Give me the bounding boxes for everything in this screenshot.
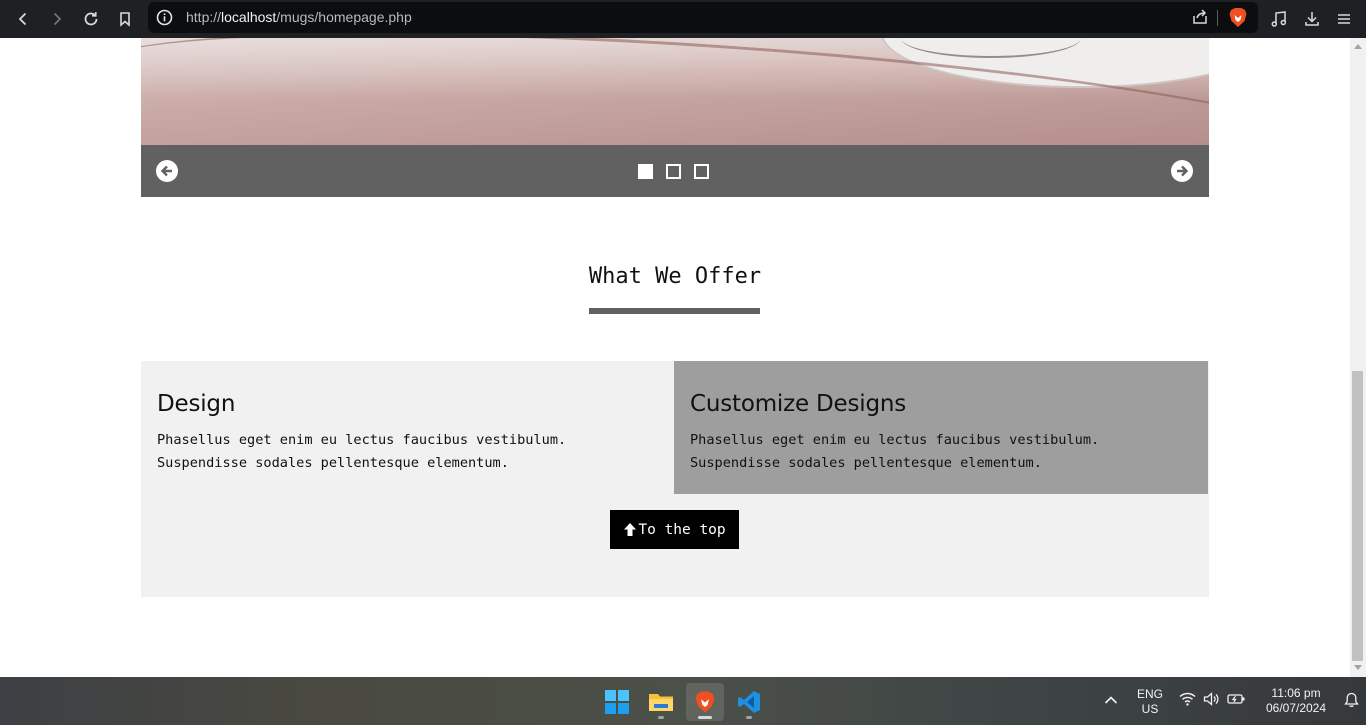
offer-card-design: Design Phasellus eget enim eu lectus fau… bbox=[141, 361, 675, 494]
back-button[interactable] bbox=[8, 4, 38, 34]
arrow-left-icon bbox=[160, 165, 172, 177]
browser-toolbar: http://localhost/mugs/homepage.php bbox=[0, 0, 1366, 38]
scroll-down-arrow-icon[interactable] bbox=[1354, 665, 1362, 670]
clock-date: 06/07/2024 bbox=[1265, 701, 1327, 715]
battery-icon[interactable] bbox=[1227, 692, 1246, 706]
carousel-controls bbox=[141, 145, 1209, 197]
brave-shields-icon[interactable] bbox=[1228, 7, 1248, 28]
forward-button[interactable] bbox=[42, 4, 72, 34]
language-code: ENG bbox=[1136, 687, 1163, 701]
arrow-right-icon bbox=[1177, 165, 1189, 177]
scrollbar-thumb[interactable] bbox=[1352, 371, 1363, 661]
running-indicator bbox=[746, 716, 752, 719]
card-text-line: Phasellus eget enim eu lectus faucibus v… bbox=[157, 432, 567, 448]
card-text-line: Phasellus eget enim eu lectus faucibus v… bbox=[690, 432, 1100, 448]
reload-button[interactable] bbox=[76, 4, 106, 34]
clock[interactable]: 11:06 pm 06/07/2024 bbox=[1254, 686, 1338, 716]
card-heading: Design bbox=[157, 391, 236, 417]
folder-icon bbox=[649, 694, 673, 711]
bookmark-button[interactable] bbox=[110, 4, 140, 34]
offer-section: Design Phasellus eget enim eu lectus fau… bbox=[141, 361, 1209, 597]
start-button[interactable] bbox=[598, 683, 636, 721]
arrow-up-icon bbox=[624, 523, 637, 536]
card-text-line: Suspendisse sodales pellentesque element… bbox=[157, 455, 509, 471]
carousel-dot-1[interactable] bbox=[638, 164, 653, 179]
forward-arrow-icon bbox=[53, 12, 62, 26]
volume-icon[interactable] bbox=[1203, 692, 1219, 706]
active-indicator bbox=[698, 716, 712, 719]
download-icon bbox=[1305, 12, 1319, 26]
hamburger-menu-icon bbox=[1338, 14, 1350, 24]
page-scrollbar[interactable] bbox=[1350, 38, 1366, 677]
notification-bell-icon[interactable] bbox=[1344, 692, 1359, 708]
scroll-up-arrow-icon[interactable] bbox=[1354, 44, 1362, 49]
offer-card-customize: Customize Designs Phasellus eget enim eu… bbox=[674, 361, 1208, 494]
clock-time: 11:06 pm bbox=[1271, 686, 1321, 700]
section-title: What We Offer bbox=[588, 264, 762, 289]
address-separator bbox=[1217, 10, 1218, 26]
address-bar[interactable]: http://localhost/mugs/homepage.php bbox=[148, 2, 1258, 33]
chevron-up-icon[interactable] bbox=[1104, 695, 1118, 705]
running-indicator bbox=[658, 716, 664, 719]
music-note-icon bbox=[1271, 11, 1287, 27]
carousel-next-button[interactable] bbox=[1171, 160, 1193, 182]
menu-button[interactable] bbox=[1329, 4, 1359, 34]
page-viewport: What We Offer Design Phasellus eget enim… bbox=[0, 38, 1350, 677]
media-button[interactable] bbox=[1264, 4, 1294, 34]
card-heading: Customize Designs bbox=[690, 391, 907, 417]
to-top-button[interactable]: To the top bbox=[610, 510, 739, 549]
url-host: localhost bbox=[221, 9, 277, 25]
to-top-label: To the top bbox=[638, 521, 726, 538]
card-text-line: Suspendisse sodales pellentesque element… bbox=[690, 455, 1042, 471]
keyboard-region: US bbox=[1141, 702, 1159, 716]
taskbar: ENG US 11:06 pm 06/07/2024 bbox=[0, 677, 1366, 725]
reload-icon bbox=[84, 12, 98, 26]
bookmark-icon bbox=[120, 12, 130, 27]
title-underline bbox=[589, 308, 760, 314]
windows-logo-icon bbox=[605, 690, 629, 714]
url-text[interactable]: http://localhost/mugs/homepage.php bbox=[186, 9, 412, 25]
carousel-dot-3[interactable] bbox=[694, 164, 709, 179]
url-scheme: http:// bbox=[186, 9, 222, 25]
language-indicator[interactable]: ENG US bbox=[1134, 687, 1166, 717]
vscode-logo-icon bbox=[738, 691, 760, 713]
taskbar-vscode[interactable] bbox=[730, 683, 768, 721]
carousel-image bbox=[141, 38, 1209, 145]
carousel-prev-button[interactable] bbox=[156, 160, 178, 182]
wifi-icon[interactable] bbox=[1179, 692, 1196, 706]
carousel-dot-2[interactable] bbox=[666, 164, 681, 179]
taskbar-file-explorer[interactable] bbox=[642, 683, 680, 721]
back-arrow-icon bbox=[18, 12, 27, 26]
url-path: /mugs/homepage.php bbox=[276, 9, 412, 25]
taskbar-brave[interactable] bbox=[686, 683, 724, 721]
brave-logo-icon bbox=[695, 691, 715, 713]
site-info-icon[interactable] bbox=[156, 9, 173, 26]
downloads-button[interactable] bbox=[1297, 4, 1327, 34]
share-icon[interactable] bbox=[1191, 8, 1209, 26]
